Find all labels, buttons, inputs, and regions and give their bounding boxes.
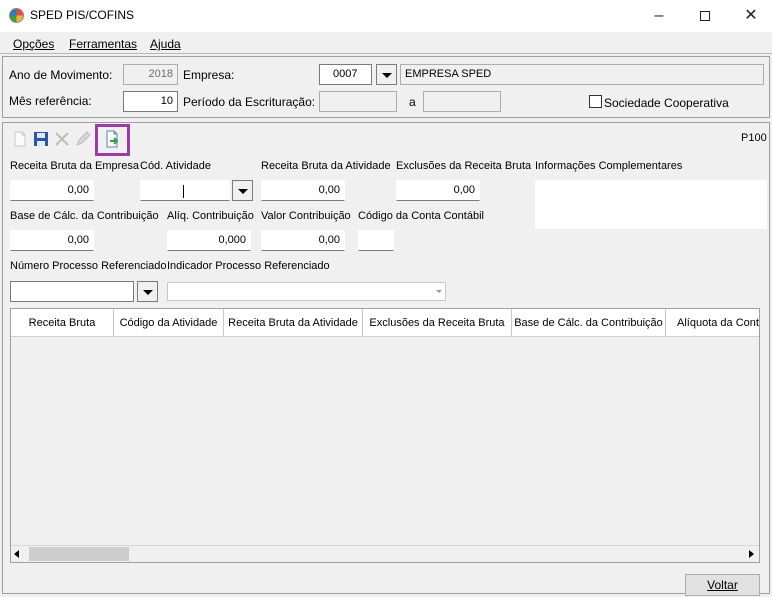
minimize-button[interactable]: –: [636, 0, 682, 32]
cod-conta-label: Código da Conta Contábil: [358, 210, 484, 222]
receita-bruta-empresa-field[interactable]: 0,00: [10, 180, 94, 201]
voltar-label: Voltar: [707, 578, 738, 592]
voltar-button[interactable]: Voltar: [685, 574, 760, 596]
data-grid[interactable]: Receita Bruta Código da Atividade Receit…: [10, 308, 760, 563]
periodo-from-field: [319, 91, 397, 112]
cod-atividade-dropdown-button[interactable]: [232, 180, 253, 201]
aliq-label: Alíq. Contribuição: [167, 210, 254, 222]
ano-field: 2018: [123, 64, 178, 85]
exclusoes-field[interactable]: 0,00: [396, 180, 480, 201]
scroll-left-icon[interactable]: [14, 550, 19, 558]
mes-field[interactable]: 10: [123, 91, 178, 112]
ind-processo-chevron-icon: [436, 290, 442, 293]
register-code: P100: [741, 132, 767, 144]
num-processo-field[interactable]: [10, 281, 134, 302]
export-button-highlight: [95, 124, 130, 156]
valor-contrib-label: Valor Contribuição: [261, 210, 351, 222]
base-calc-field[interactable]: 0,00: [10, 230, 94, 251]
menu-ajuda[interactable]: Ajuda: [150, 37, 181, 51]
column-header[interactable]: Alíquota da Contr: [666, 309, 759, 337]
valor-contrib-field[interactable]: 0,00: [261, 230, 345, 251]
column-header[interactable]: Exclusões da Receita Bruta: [363, 309, 512, 337]
empresa-code-field[interactable]: 0007: [319, 64, 372, 85]
close-button[interactable]: ✕: [728, 0, 772, 32]
save-icon[interactable]: [32, 130, 50, 148]
horizontal-scrollbar[interactable]: [11, 545, 759, 562]
text-cursor: [183, 185, 184, 198]
window-title: SPED PIS/COFINS: [30, 8, 135, 22]
ind-processo-label: Indicador Processo Referenciado: [167, 260, 330, 272]
column-header[interactable]: Receita Bruta: [11, 309, 114, 337]
new-icon[interactable]: [11, 130, 29, 148]
menu-bar: Opções Ferramentas Ajuda: [0, 32, 772, 54]
grid-body: [11, 337, 759, 549]
cod-conta-field[interactable]: [358, 230, 394, 251]
cod-atividade-label: Cód. Atividade: [140, 160, 211, 172]
info-compl-label: Informações Complementares: [535, 160, 683, 172]
scrollbar-thumb[interactable]: [29, 547, 129, 561]
mes-label: Mês referência:: [9, 94, 92, 108]
aliq-field[interactable]: 0,000: [167, 230, 251, 251]
grid-header: Receita Bruta Código da Atividade Receit…: [11, 309, 759, 337]
menu-opcoes[interactable]: Opções: [13, 37, 54, 51]
empresa-name-field: EMPRESA SPED: [400, 64, 764, 85]
maximize-button[interactable]: [682, 0, 728, 32]
column-header[interactable]: Receita Bruta da Atividade: [224, 309, 363, 337]
base-calc-label: Base de Cálc. da Contribuição: [10, 210, 159, 222]
empresa-dropdown-button[interactable]: [376, 64, 397, 85]
periodo-a-label: a: [409, 95, 416, 109]
delete-icon[interactable]: [53, 130, 71, 148]
num-processo-dropdown-button[interactable]: [137, 281, 158, 302]
ano-label: Ano de Movimento:: [9, 68, 113, 82]
cod-atividade-field[interactable]: [140, 180, 230, 201]
periodo-to-field: [423, 91, 501, 112]
column-header[interactable]: Base de Cálc. da Contribuição: [512, 309, 666, 337]
column-header[interactable]: Código da Atividade: [114, 309, 224, 337]
receita-bruta-atividade-label: Receita Bruta da Atividade: [261, 160, 391, 172]
exclusoes-label: Exclusões da Receita Bruta: [396, 160, 532, 172]
info-compl-textarea[interactable]: [535, 180, 767, 229]
sociedade-label: Sociedade Cooperativa: [604, 96, 729, 110]
scroll-right-icon[interactable]: [749, 550, 754, 558]
edit-icon[interactable]: [74, 130, 92, 148]
sociedade-checkbox[interactable]: [589, 95, 602, 108]
menu-ferramentas[interactable]: Ferramentas: [69, 37, 137, 51]
ind-processo-select[interactable]: [167, 282, 446, 301]
receita-bruta-empresa-label: Receita Bruta da Empresa: [10, 160, 140, 172]
app-icon: [9, 8, 24, 23]
periodo-label: Período da Escrituração:: [183, 95, 316, 109]
num-processo-label: Número Processo Referenciado: [10, 260, 167, 272]
receita-bruta-atividade-field[interactable]: 0,00: [261, 180, 345, 201]
title-bar: SPED PIS/COFINS – ✕: [0, 0, 772, 32]
empresa-label: Empresa:: [183, 68, 235, 82]
